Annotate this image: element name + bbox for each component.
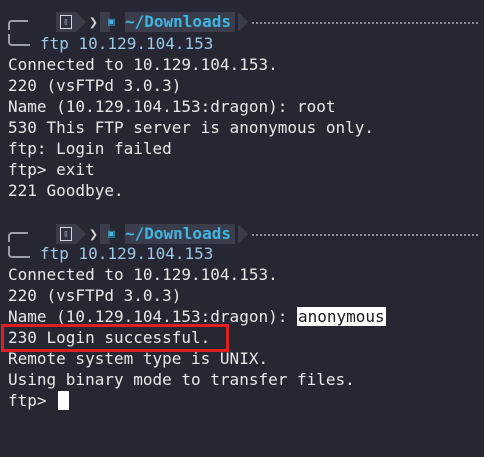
output-line: Connected to 10.129.104.153.	[8, 55, 278, 74]
prompt-bracket-top	[8, 20, 28, 30]
output-line: ftp: Login failed	[8, 139, 172, 158]
folder-icon: ▣	[108, 15, 115, 28]
text-cursor[interactable]	[58, 391, 69, 410]
chevron-right-icon: ❯	[89, 225, 99, 243]
powerline-arrow	[238, 224, 248, 244]
terminal-icon: ▯	[60, 15, 72, 29]
prompt-divider	[252, 234, 478, 236]
typed-username: anonymous	[296, 307, 386, 326]
current-directory: ~/Downloads	[125, 12, 235, 32]
terminal-window[interactable]: ▯ ❯ ▣ ~/Downloads ftp 10.129.104.153 Con…	[0, 0, 484, 457]
powerline-arrow	[238, 12, 248, 32]
current-directory: ~/Downloads	[125, 224, 235, 244]
prompt-divider	[252, 22, 478, 24]
output-line: ftp> exit	[8, 160, 95, 179]
terminal-icon: ▯	[60, 227, 72, 241]
output-line: 530 This FTP server is anonymous only.	[8, 118, 375, 137]
command-text: ftp 10.129.104.153	[40, 34, 214, 53]
output-line: Connected to 10.129.104.153.	[8, 265, 278, 284]
highlight-annotation	[1, 324, 229, 352]
output-line: 221 Goodbye.	[8, 181, 124, 200]
chevron-right-icon: ❯	[89, 13, 99, 31]
prompt-bracket-bottom	[8, 246, 30, 258]
powerline-arrow	[76, 224, 86, 244]
output-line: Remote system type is UNIX.	[8, 349, 269, 368]
powerline-arrow	[76, 12, 86, 32]
output-line: 220 (vsFTPd 3.0.3)	[8, 286, 182, 305]
folder-icon: ▣	[108, 227, 115, 240]
output-line: Using binary mode to transfer files.	[8, 370, 355, 389]
output-line: Name (10.129.104.153:dragon): root	[8, 97, 336, 116]
ftp-prompt: ftp>	[8, 391, 57, 410]
prompt-bracket-bottom	[8, 34, 30, 46]
prompt-bracket-top	[8, 232, 28, 242]
output-line: 220 (vsFTPd 3.0.3)	[8, 76, 182, 95]
command-text: ftp 10.129.104.153	[40, 244, 214, 263]
